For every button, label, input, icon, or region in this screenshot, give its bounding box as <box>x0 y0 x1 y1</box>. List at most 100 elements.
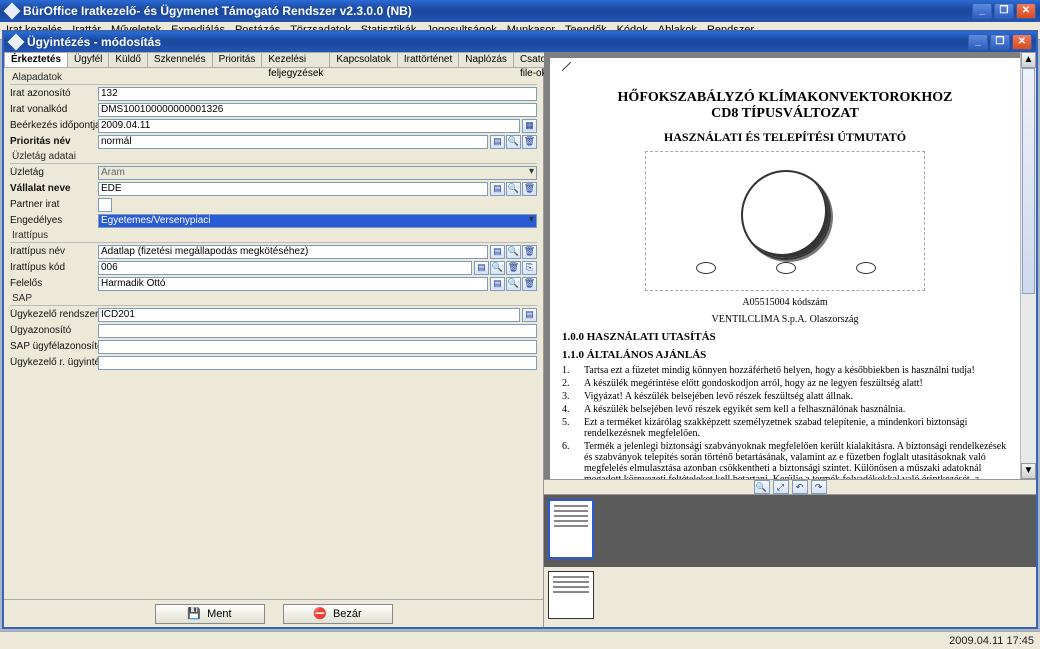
tab-erkeztetes[interactable]: Érkeztetés <box>4 52 68 67</box>
zoom-icon[interactable]: 🔍 <box>754 480 770 494</box>
scroll-down-icon[interactable]: ▼ <box>1021 463 1036 479</box>
close-button-label: Bezár <box>333 608 362 620</box>
thumbnail-page-1[interactable] <box>548 499 594 559</box>
tabbar: Érkeztetés Ügyfél Küldő Szkennelés Prior… <box>4 52 543 68</box>
search-icon[interactable]: 🔍 <box>490 261 505 275</box>
label-irat-vonalkod: Irat vonalkód <box>10 104 98 115</box>
input-ugyazonosito[interactable] <box>98 324 537 338</box>
clear-icon[interactable]: 🗑 <box>522 245 537 259</box>
label-irattipus-kod: Irattípus kód <box>10 262 98 273</box>
picker-icon[interactable]: ▤ <box>490 277 505 291</box>
input-vallalat-neve[interactable]: EDE <box>98 182 488 196</box>
label-partner-irat: Partner irat <box>10 199 98 210</box>
label-uzletag: Üzletág <box>10 167 98 178</box>
clear-icon[interactable]: 🗑 <box>522 135 537 149</box>
doc-list: 1.Tartsa ezt a füzetet mindig könnyen ho… <box>562 365 1008 479</box>
input-felelos[interactable]: Harmadik Ottó <box>98 277 488 291</box>
doc-sec-100: 1.0.0 HASZNÁLATI UTASÍTÁS <box>562 331 1008 343</box>
clear-icon[interactable]: 🗑 <box>506 261 521 275</box>
tab-kezelesi-feljegyzesek[interactable]: Kezelési feljegyzések <box>261 52 330 67</box>
document-viewer[interactable]: HŐFOKSZABÁLYZÓ KLÍMAKONVEKTOROKHOZ CD8 T… <box>544 52 1036 479</box>
label-irattipus-nev: Irattípus név <box>10 246 98 257</box>
viewer-toolbar: 🔍 ⤢ ↶ ↷ <box>544 479 1036 495</box>
label-beerkezes-idopontja: Beérkezés időpontja <box>10 120 98 131</box>
thumbnail-strip-1 <box>544 495 1036 567</box>
label-felelos: Felelős <box>10 278 98 289</box>
label-ugykezelo-r-ugyintezo: Ügykezelő r. ügyintéző <box>10 357 98 368</box>
tab-naplozas[interactable]: Naplózás <box>458 52 514 67</box>
floppy-icon: 💾 <box>187 607 201 620</box>
scrollbar-thumb[interactable] <box>1022 68 1035 294</box>
label-ugykezelo-rendszer: Ügykezelő rendszer <box>10 309 98 320</box>
sub-titlebar: Ügyintézés - módosítás _ ❐ ✕ <box>4 32 1036 52</box>
checkbox-partner-irat[interactable] <box>98 198 112 212</box>
tab-ugyfel[interactable]: Ügyfél <box>67 52 109 67</box>
input-irat-azonosito[interactable]: 132 <box>98 87 537 101</box>
right-pane: HŐFOKSZABÁLYZÓ KLÍMAKONVEKTOROKHOZ CD8 T… <box>544 52 1036 627</box>
search-icon[interactable]: 🔍 <box>506 182 521 196</box>
picker-icon[interactable]: ▤ <box>490 182 505 196</box>
tab-szkenneles[interactable]: Szkennelés <box>147 52 213 67</box>
input-irat-vonalkod[interactable]: DMS100100000000001326 <box>98 103 537 117</box>
tab-irattortenet[interactable]: Irattörténet <box>397 52 459 67</box>
doc-code: A05515004 kódszám <box>562 297 1008 308</box>
picker-icon[interactable]: ▤ <box>490 135 505 149</box>
picker-icon[interactable]: ▤ <box>490 245 505 259</box>
section-alapadatok: Alapadatok <box>10 70 537 85</box>
search-icon[interactable]: 🔍 <box>506 245 521 259</box>
input-sap-ugyfelazonosito[interactable] <box>98 340 537 354</box>
main-minimize-button[interactable]: _ <box>972 3 992 19</box>
input-irattipus-kod[interactable]: 006 <box>98 261 472 275</box>
main-titlebar: BürOffice Iratkezelő- és Ügymenet Támoga… <box>0 0 1040 22</box>
section-uzletag-adatai: Üzletág adatai <box>10 149 537 164</box>
label-vallalat-neve: Vállalat neve <box>10 183 98 194</box>
search-icon[interactable]: 🔍 <box>506 277 521 291</box>
copy-icon[interactable]: ⎘ <box>522 261 537 275</box>
doc-title-2: CD8 TÍPUSVÁLTOZAT <box>562 106 1008 122</box>
thumbnail-strip-2 <box>544 567 1036 627</box>
input-beerkezes-idopontja[interactable]: 2009.04.11 <box>98 119 520 133</box>
rotate-left-icon[interactable]: ↶ <box>792 480 808 494</box>
calendar-icon[interactable]: ▦ <box>522 119 537 133</box>
input-prioritas-nev[interactable]: normál <box>98 135 488 149</box>
tab-kuldo[interactable]: Küldő <box>108 52 148 67</box>
label-prioritas-nev: Prioritás név <box>10 136 98 147</box>
sub-minimize-button[interactable]: _ <box>968 34 988 50</box>
doc-figure <box>645 151 925 291</box>
doc-title-1: HŐFOKSZABÁLYZÓ KLÍMAKONVEKTOROKHOZ <box>562 90 1008 106</box>
sub-close-button[interactable]: ✕ <box>1012 34 1032 50</box>
label-ugyazonosito: Ügyazonosító <box>10 325 98 336</box>
form-buttons: 💾 Ment ⛔ Bezár <box>4 599 543 627</box>
main-restore-button[interactable]: ❐ <box>994 3 1014 19</box>
status-datetime: 2009.04.11 17:45 <box>949 635 1034 647</box>
picker-icon[interactable]: ▤ <box>522 308 537 322</box>
doc-vertical-scrollbar[interactable]: ▲ ▼ <box>1020 52 1036 479</box>
tab-prioritas[interactable]: Prioritás <box>212 52 263 67</box>
left-pane: Érkeztetés Ügyfél Küldő Szkennelés Prior… <box>4 52 544 627</box>
tab-kapcsolatok[interactable]: Kapcsolatok <box>329 52 397 67</box>
scroll-up-icon[interactable]: ▲ <box>1021 52 1036 68</box>
save-button-label: Ment <box>207 608 231 620</box>
document-page: HŐFOKSZABÁLYZÓ KLÍMAKONVEKTOROKHOZ CD8 T… <box>550 58 1020 479</box>
clear-icon[interactable]: 🗑 <box>522 277 537 291</box>
clear-icon[interactable]: 🗑 <box>522 182 537 196</box>
search-icon[interactable]: 🔍 <box>506 135 521 149</box>
select-engedelyes[interactable]: Egyetemes/Versenypiaci <box>98 214 537 228</box>
rotate-right-icon[interactable]: ↷ <box>811 480 827 494</box>
main-close-button[interactable]: ✕ <box>1016 3 1036 19</box>
close-button[interactable]: ⛔ Bezár <box>283 604 393 624</box>
sub-restore-button[interactable]: ❐ <box>990 34 1010 50</box>
thumbnail-doc-1[interactable] <box>548 571 594 619</box>
input-ugykezelo-r-ugyintezo[interactable] <box>98 356 537 370</box>
fit-width-icon[interactable]: ⤢ <box>773 480 789 494</box>
label-irat-azonosito: Irat azonosító <box>10 88 98 99</box>
input-ugykezelo-rendszer[interactable]: ICD201 <box>98 308 520 322</box>
sub-window: Ügyintézés - módosítás _ ❐ ✕ Érkeztetés … <box>2 30 1038 629</box>
save-button[interactable]: 💾 Ment <box>155 604 265 624</box>
main-title-text: BürOffice Iratkezelő- és Ügymenet Támoga… <box>23 4 412 18</box>
picker-icon[interactable]: ▤ <box>474 261 489 275</box>
mdi-area: Ügyintézés - módosítás _ ❐ ✕ Érkeztetés … <box>0 40 1040 631</box>
select-uzletag[interactable]: Áram <box>98 166 537 180</box>
label-sap-ugyfelazonosito: SAP ügyfélazonosító <box>10 341 98 352</box>
input-irattipus-nev[interactable]: Adatlap (fizetési megállapodás megkötésé… <box>98 245 488 259</box>
